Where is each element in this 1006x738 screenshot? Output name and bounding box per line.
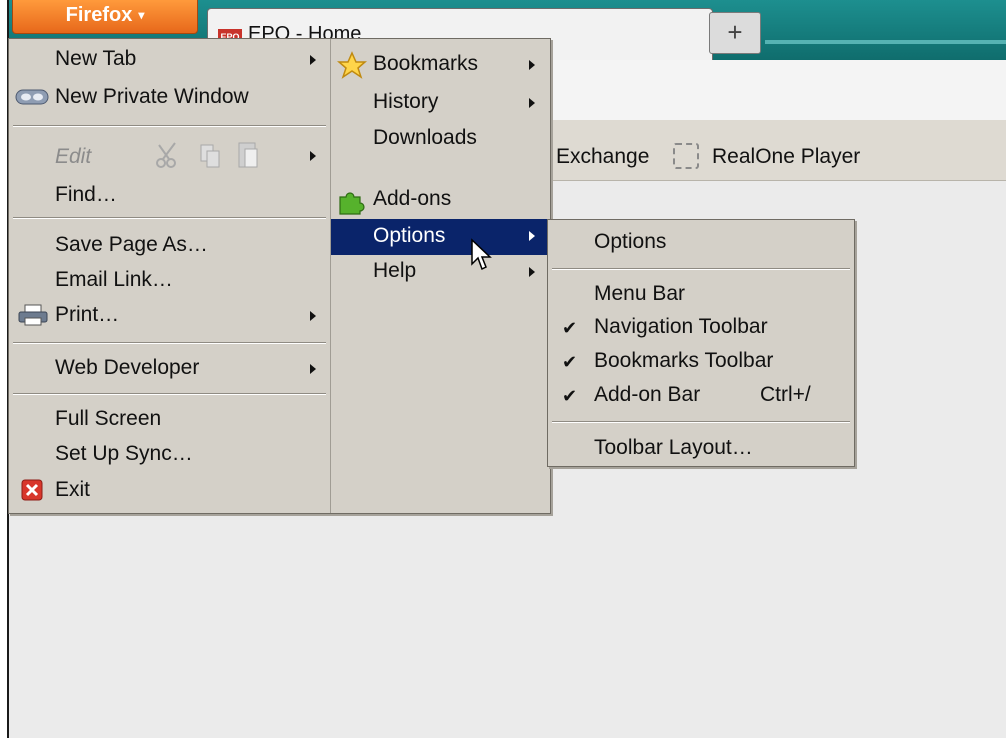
menu-separator: [13, 342, 326, 343]
menu-item-options[interactable]: Options: [373, 224, 445, 248]
menu-column-divider: [330, 39, 331, 513]
menu-item-history[interactable]: History: [373, 90, 438, 114]
submenu-item-bookmarks-toolbar[interactable]: Bookmarks Toolbar: [594, 349, 773, 373]
copy-icon: [200, 144, 220, 168]
printer-icon: [18, 304, 48, 326]
submenu-arrow-icon: [310, 311, 316, 321]
menu-item-print[interactable]: Print…: [55, 303, 119, 327]
submenu-arrow-icon: [529, 231, 535, 241]
menu-item-save-page-as[interactable]: Save Page As…: [55, 233, 208, 257]
menu-separator: [13, 393, 326, 394]
shortcut-add-on-bar: Ctrl+/: [760, 383, 811, 406]
menu-item-add-ons[interactable]: Add-ons: [373, 187, 451, 211]
menu-item-help[interactable]: Help: [373, 259, 416, 283]
menu-separator: [552, 421, 850, 422]
bookmark-realone-player[interactable]: RealOne Player: [712, 145, 860, 169]
check-icon: ✔: [562, 386, 578, 406]
realone-placeholder-icon: [673, 143, 699, 169]
bookmark-exchange[interactable]: Exchange: [556, 145, 649, 169]
firefox-app-menu: New Tab New Private Window Edit Find… Sa…: [8, 38, 551, 514]
submenu-item-add-on-bar[interactable]: Add-on Bar: [594, 383, 700, 407]
submenu-arrow-icon: [529, 267, 535, 277]
menu-item-web-developer[interactable]: Web Developer: [55, 356, 199, 380]
menu-item-exit[interactable]: Exit: [55, 478, 90, 502]
menu-item-find[interactable]: Find…: [55, 183, 117, 207]
menu-item-downloads[interactable]: Downloads: [373, 126, 477, 150]
menu-item-new-tab[interactable]: New Tab: [55, 47, 136, 71]
menu-separator: [13, 217, 326, 218]
submenu-arrow-icon: [529, 98, 535, 108]
edit-icons: [156, 142, 258, 168]
menu-item-bookmarks[interactable]: Bookmarks: [373, 52, 478, 76]
check-icon: ✔: [562, 352, 578, 372]
menu-separator: [552, 268, 850, 269]
tabstrip-line: [765, 40, 1006, 44]
mouse-cursor-icon: [471, 238, 492, 271]
cut-icon: [156, 142, 176, 168]
new-tab-button[interactable]: +: [709, 12, 761, 54]
submenu-arrow-icon: [310, 364, 316, 374]
exit-icon: [21, 479, 43, 501]
menu-item-set-up-sync[interactable]: Set Up Sync…: [55, 442, 193, 466]
submenu-item-navigation-toolbar[interactable]: Navigation Toolbar: [594, 315, 768, 339]
submenu-item-options[interactable]: Options: [594, 230, 666, 254]
menu-item-email-link[interactable]: Email Link…: [55, 268, 173, 292]
menu-item-full-screen[interactable]: Full Screen: [55, 407, 161, 431]
menu-item-new-private-window[interactable]: New Private Window: [55, 85, 249, 109]
menu-item-edit: Edit: [55, 145, 92, 168]
submenu-item-toolbar-layout[interactable]: Toolbar Layout…: [594, 436, 753, 460]
submenu-arrow-icon: [310, 55, 316, 65]
submenu-arrow-icon: [529, 60, 535, 70]
submenu-arrow-icon: [310, 151, 316, 161]
firefox-menu-button[interactable]: Firefox ▾: [12, 0, 198, 34]
submenu-item-menu-bar[interactable]: Menu Bar: [594, 282, 685, 306]
puzzle-icon: [339, 192, 365, 215]
mask-icon: [15, 89, 49, 105]
check-icon: ✔: [562, 318, 578, 338]
paste-icon: [238, 142, 258, 168]
chevron-down-icon: ▾: [138, 8, 145, 22]
options-submenu: Options Menu Bar ✔ Navigation Toolbar ✔ …: [547, 219, 855, 467]
firefox-label: Firefox: [65, 4, 133, 26]
star-icon: [337, 51, 367, 79]
menu-separator: [13, 125, 326, 126]
